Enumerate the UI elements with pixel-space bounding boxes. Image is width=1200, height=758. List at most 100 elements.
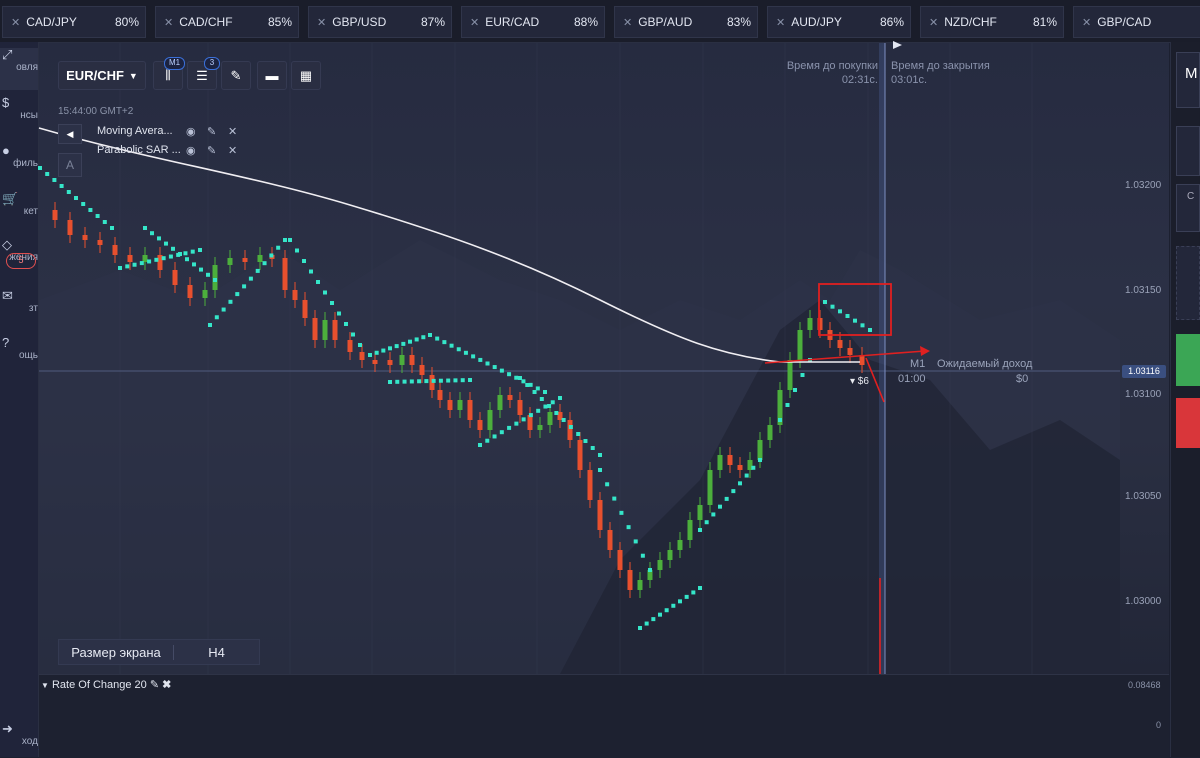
sar-dot bbox=[150, 231, 154, 236]
eye-icon[interactable]: ◉ bbox=[186, 125, 196, 138]
sell-down-button[interactable] bbox=[1176, 398, 1200, 448]
candle-body bbox=[527, 415, 533, 430]
candle-body bbox=[717, 455, 723, 470]
sar-dot bbox=[838, 309, 842, 314]
sar-dot bbox=[171, 246, 175, 251]
trade-panel-time-box[interactable]: M bbox=[1176, 52, 1200, 108]
sar-dot bbox=[147, 259, 152, 264]
sar-dot bbox=[664, 608, 669, 613]
pencil-icon[interactable]: ✎ bbox=[207, 125, 216, 138]
sar-dot bbox=[198, 248, 202, 252]
pencil-icon[interactable]: ✎ bbox=[150, 679, 159, 691]
sar-dot bbox=[751, 465, 756, 470]
indicator-row-ma: Moving Avera... bbox=[97, 125, 173, 137]
screen-size-value[interactable]: H4 bbox=[174, 645, 259, 660]
candle-body bbox=[292, 290, 298, 300]
purchase-time-label: Время до покупки bbox=[786, 60, 878, 72]
sar-dot bbox=[738, 481, 742, 486]
screen-size-label: Размер экрана bbox=[59, 644, 174, 660]
candle-body bbox=[627, 570, 633, 590]
candle-body bbox=[547, 412, 553, 425]
candle-body bbox=[399, 355, 405, 365]
sar-dot bbox=[88, 208, 93, 212]
sar-dot bbox=[598, 453, 602, 457]
sar-dot bbox=[778, 418, 782, 422]
candle-body bbox=[537, 425, 543, 430]
candle-body bbox=[587, 470, 593, 500]
candle-body bbox=[52, 210, 58, 220]
sar-dot bbox=[248, 276, 253, 281]
sar-dot bbox=[414, 337, 419, 342]
pair-selector[interactable]: EUR/CHF ▼ bbox=[58, 61, 146, 90]
sar-dot bbox=[724, 496, 729, 501]
drawing-button[interactable]: ✎ bbox=[221, 61, 251, 90]
sar-dot bbox=[853, 318, 857, 323]
price-axis-label: 1.03000 bbox=[1125, 596, 1162, 607]
sar-dot bbox=[532, 390, 537, 394]
sar-dot bbox=[468, 378, 472, 382]
candle-body bbox=[607, 530, 613, 550]
text-tool-button[interactable]: A bbox=[58, 153, 82, 177]
sar-dot bbox=[845, 314, 850, 318]
candle-body bbox=[437, 390, 443, 400]
sar-dot bbox=[558, 396, 562, 400]
sar-dot bbox=[644, 621, 649, 626]
eye-icon[interactable]: ◉ bbox=[186, 144, 196, 157]
sar-dot bbox=[428, 333, 432, 337]
sar-dot bbox=[118, 266, 122, 270]
indicator-row-sar: Parabolic SAR ... bbox=[97, 144, 181, 156]
current-price-marker: 1.03116 bbox=[1122, 365, 1166, 378]
candle-body bbox=[657, 560, 663, 570]
sar-dot bbox=[208, 323, 212, 327]
collapse-indicators-button[interactable]: ◀ bbox=[58, 124, 82, 144]
sar-dot bbox=[561, 418, 566, 422]
sar-dot bbox=[528, 413, 533, 418]
sar-dot bbox=[492, 365, 497, 370]
sar-dot bbox=[485, 361, 490, 366]
sar-dot bbox=[785, 403, 790, 407]
candles-icon: ⫼ bbox=[165, 68, 171, 82]
sar-dot bbox=[394, 344, 399, 349]
sar-dot bbox=[214, 315, 219, 320]
close-icon[interactable]: ✕ bbox=[228, 125, 237, 138]
trade-panel-input[interactable] bbox=[1176, 126, 1200, 176]
sar-dot bbox=[638, 626, 642, 630]
candle-body bbox=[282, 258, 288, 290]
pencil-icon[interactable]: ✎ bbox=[207, 144, 216, 157]
close-icon[interactable]: ✖ bbox=[162, 679, 171, 691]
price-axis-label: 1.03050 bbox=[1125, 491, 1162, 502]
close-icon[interactable]: ✕ bbox=[228, 144, 237, 157]
line-style-button[interactable]: ▬ bbox=[257, 61, 287, 90]
candle-body bbox=[487, 410, 493, 430]
candle-body bbox=[467, 400, 473, 420]
sar-dot bbox=[358, 343, 362, 347]
candle-body bbox=[257, 255, 263, 262]
trade-panel-amount-box[interactable]: C bbox=[1176, 184, 1200, 232]
sar-dot bbox=[302, 259, 306, 263]
indicator-name: Moving Avera... bbox=[97, 125, 173, 137]
sar-dot bbox=[507, 372, 512, 377]
sar-dot bbox=[337, 311, 341, 316]
sar-dot bbox=[823, 300, 827, 304]
layout-button[interactable]: ▦ bbox=[291, 61, 321, 90]
caret-down-icon[interactable]: ▼ bbox=[41, 681, 49, 690]
sar-dot bbox=[514, 421, 519, 426]
sliders-icon: ☰ bbox=[196, 67, 208, 83]
candle-body bbox=[409, 355, 415, 365]
sar-dot bbox=[206, 272, 210, 277]
sar-dot bbox=[684, 594, 689, 599]
sar-dot bbox=[168, 254, 173, 259]
sar-dot bbox=[143, 226, 147, 230]
sar-dot bbox=[242, 284, 247, 289]
candle-body bbox=[457, 400, 463, 410]
sar-dot bbox=[283, 238, 287, 242]
sar-dot bbox=[583, 439, 588, 443]
sar-dot bbox=[388, 380, 392, 384]
screen-size-control[interactable]: Размер экрана H4 bbox=[58, 639, 260, 665]
sar-dot bbox=[368, 353, 372, 357]
sar-dot bbox=[157, 236, 161, 241]
server-time: 15:44:00 GMT+2 bbox=[58, 106, 134, 117]
candle-body bbox=[202, 290, 208, 298]
grid-icon: ▦ bbox=[299, 67, 313, 83]
buy-up-button[interactable] bbox=[1176, 334, 1200, 386]
